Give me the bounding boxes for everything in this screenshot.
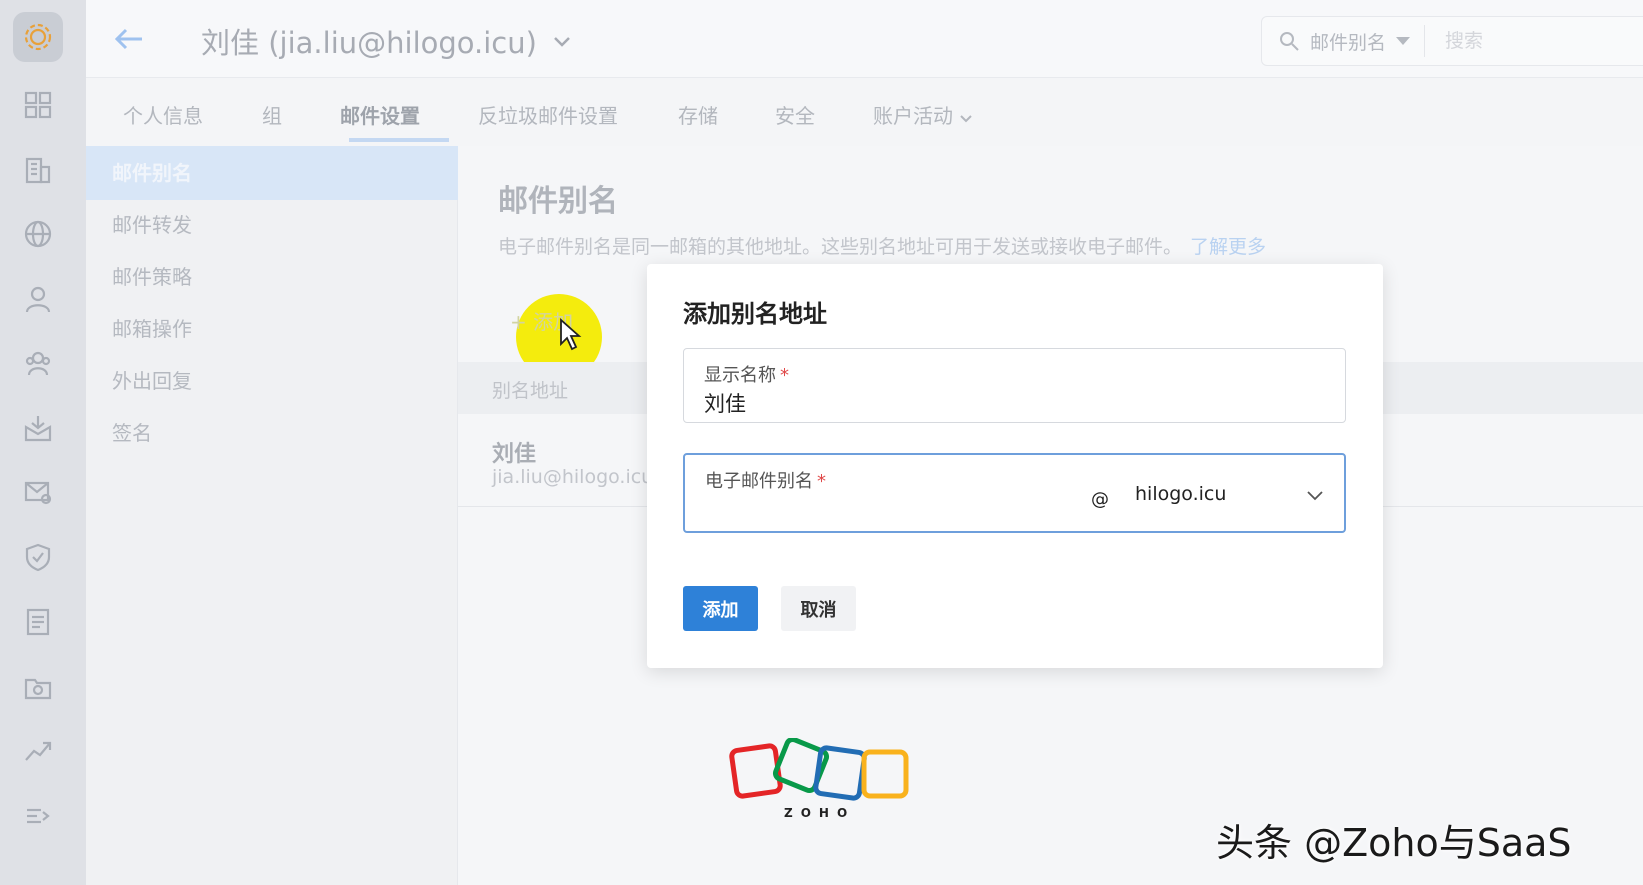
tab-account-activity-label: 账户活动 xyxy=(873,104,953,128)
mouse-cursor-icon xyxy=(560,318,582,351)
search-scope-dropdown[interactable]: 邮件别名 xyxy=(1310,28,1386,55)
tab-personal-info[interactable]: 个人信息 xyxy=(123,100,203,129)
tab-mail-settings[interactable]: 邮件设置 xyxy=(340,100,420,129)
column-alias-address: 别名地址 xyxy=(492,380,569,402)
chevron-down-icon xyxy=(960,114,972,122)
dashboard-icon[interactable] xyxy=(19,86,57,124)
required-mark: * xyxy=(817,471,826,492)
alias-row-address: jia.liu@hilogo.icu xyxy=(492,466,654,488)
at-sign: @ xyxy=(1091,489,1109,510)
learn-more-link[interactable]: 了解更多 xyxy=(1190,236,1266,258)
alias-row-name: 刘佳 xyxy=(492,442,537,467)
analytics-icon[interactable] xyxy=(19,732,57,770)
email-alias-label-text: 电子邮件别名 xyxy=(705,471,813,492)
top-header: 刘佳 (jia.liu@hilogo.icu) 邮件别名 xyxy=(86,0,1643,78)
settings-tabs: 个人信息 组 邮件设置 反垃圾邮件设置 存储 安全 账户活动 xyxy=(86,78,1643,146)
account-selector[interactable]: 刘佳 (jia.liu@hilogo.icu) xyxy=(201,20,573,62)
tab-groups[interactable]: 组 xyxy=(262,100,282,129)
chevron-down-icon xyxy=(554,37,570,47)
display-name-label: 显示名称 * xyxy=(704,361,789,387)
account-name: 刘佳 (jia.liu@hilogo.icu) xyxy=(201,26,537,60)
tab-anti-spam[interactable]: 反垃圾邮件设置 xyxy=(478,100,618,129)
user-icon[interactable] xyxy=(19,280,57,318)
search-icon xyxy=(1280,32,1299,51)
organization-icon[interactable] xyxy=(19,151,57,189)
domain-select[interactable]: hilogo.icu xyxy=(1135,483,1226,505)
menu-item-mailbox-actions[interactable]: 邮箱操作 xyxy=(86,302,458,356)
menu-item-out-of-office[interactable]: 外出回复 xyxy=(86,354,458,408)
watermark-text: 头条 @Zoho与SaaS xyxy=(1216,821,1572,865)
page-description: 电子邮件别名是同一邮箱的其他地址。这些别名地址可用于发送或接收电子邮件。 了解更多 xyxy=(498,232,1266,259)
app-rail xyxy=(0,0,86,885)
display-name-value[interactable]: 刘佳 xyxy=(704,388,746,418)
mail-settings-icon[interactable] xyxy=(19,473,57,511)
tab-account-activity[interactable]: 账户活动 xyxy=(873,100,973,129)
display-name-field[interactable]: 显示名称 * 刘佳 xyxy=(683,348,1346,423)
menu-item-email-alias[interactable]: 邮件别名 xyxy=(86,146,458,200)
zoho-wordmark: ZOHO xyxy=(784,806,856,820)
chevron-down-icon[interactable] xyxy=(1305,485,1325,505)
security-shield-icon[interactable] xyxy=(19,538,57,576)
search-bar: 邮件别名 xyxy=(1261,16,1643,66)
tab-security[interactable]: 安全 xyxy=(775,100,815,129)
caret-down-icon[interactable] xyxy=(1396,37,1411,45)
reports-icon[interactable] xyxy=(19,603,57,641)
app-logo-icon[interactable] xyxy=(13,12,63,62)
add-alias-dialog: 添加别名地址 显示名称 * 刘佳 电子邮件别名 * @ hilogo.icu 添加 … xyxy=(647,264,1383,668)
tab-storage[interactable]: 存储 xyxy=(678,100,718,129)
email-alias-label: 电子邮件别名 * xyxy=(705,467,826,493)
globe-icon[interactable] xyxy=(19,215,57,253)
menu-item-email-forwarding[interactable]: 邮件转发 xyxy=(86,198,458,252)
search-divider xyxy=(1424,25,1426,57)
back-arrow-icon[interactable] xyxy=(112,22,146,56)
page-title: 邮件别名 xyxy=(498,184,618,219)
required-mark: * xyxy=(780,365,789,386)
menu-item-signature[interactable]: 签名 xyxy=(86,406,458,460)
cancel-button[interactable]: 取消 xyxy=(781,586,856,631)
inbox-icon[interactable] xyxy=(19,409,57,447)
dialog-title: 添加别名地址 xyxy=(683,300,827,328)
groups-icon[interactable] xyxy=(19,344,57,382)
add-button[interactable]: 添加 xyxy=(683,586,758,631)
active-tab-indicator xyxy=(349,138,449,142)
search-input[interactable] xyxy=(1445,30,1606,52)
folder-settings-icon[interactable] xyxy=(19,668,57,706)
email-alias-field[interactable]: 电子邮件别名 * @ hilogo.icu xyxy=(683,453,1346,533)
collapse-menu-icon[interactable] xyxy=(19,797,57,835)
display-name-label-text: 显示名称 xyxy=(704,365,776,386)
description-text: 电子邮件别名是同一邮箱的其他地址。这些别名地址可用于发送或接收电子邮件。 xyxy=(498,236,1183,258)
mail-settings-menu: 邮件别名 邮件转发 邮件策略 邮箱操作 外出回复 签名 xyxy=(86,146,458,885)
menu-item-email-policy[interactable]: 邮件策略 xyxy=(86,250,458,304)
